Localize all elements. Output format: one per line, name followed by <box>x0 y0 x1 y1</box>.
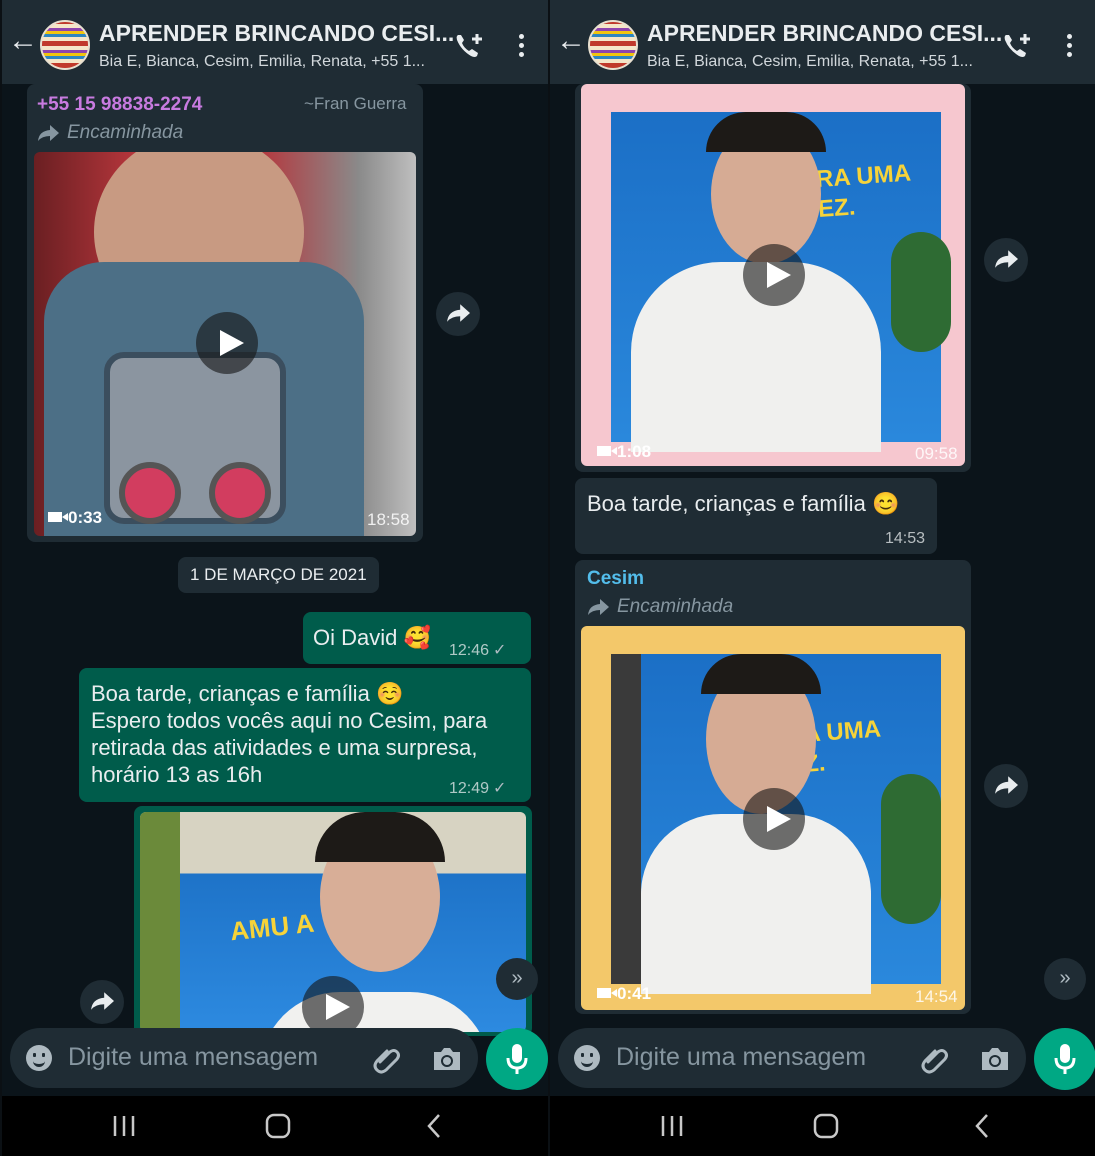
call-add-icon[interactable] <box>1002 32 1032 60</box>
more-vert-icon[interactable] <box>1067 34 1073 61</box>
group-title[interactable]: APRENDER BRINCANDO CESI... <box>99 20 454 47</box>
message-bubble-outgoing-video[interactable]: AMU A <box>134 806 532 1036</box>
emoji-icon[interactable] <box>26 1045 52 1071</box>
message-bubble-incoming[interactable]: Boa tarde, crianças e família 😊 14:53 <box>575 478 937 554</box>
android-nav-bar <box>550 1096 1095 1156</box>
message-time: 12:46 ✓ <box>449 642 507 659</box>
chat-screen-left: ← APRENDER BRINCANDO CESI... Bia E, Bian… <box>2 0 548 1156</box>
forward-icon <box>995 776 1018 794</box>
group-avatar[interactable] <box>588 20 638 70</box>
back-arrow-icon[interactable]: ← <box>8 26 38 56</box>
message-time: 18:58 <box>367 510 410 529</box>
video-thumbnail[interactable]: 0:33 18:58 <box>34 152 416 536</box>
group-avatar[interactable] <box>40 20 90 70</box>
camera-icon[interactable] <box>432 1046 462 1072</box>
video-thumbnail[interactable]: ERA UMA VEZ. 0:41 14:54 <box>581 626 965 1010</box>
chat-screen-right: ← APRENDER BRINCANDO CESI... Bia E, Bian… <box>550 0 1095 1156</box>
group-members[interactable]: Bia E, Bianca, Cesim, Emilia, Renata, +5… <box>99 53 425 71</box>
check-icon: ✓ <box>493 642 507 659</box>
nav-back-icon[interactable] <box>972 1108 992 1142</box>
date-separator: 1 DE MARÇO DE 2021 <box>178 557 379 593</box>
forward-icon <box>38 125 59 141</box>
group-members[interactable]: Bia E, Bianca, Cesim, Emilia, Renata, +5… <box>647 53 973 71</box>
message-text: Boa tarde, crianças e família ☺️ Espero … <box>91 681 488 787</box>
video-duration: 0:33 <box>48 508 102 528</box>
video-camera-icon <box>597 988 617 998</box>
camera-icon[interactable] <box>980 1046 1010 1072</box>
message-composer[interactable]: Digite uma mensagem <box>10 1028 478 1088</box>
play-icon[interactable] <box>196 312 258 374</box>
message-bubble-outgoing[interactable]: Oi David 🥰 12:46 ✓ <box>303 612 531 664</box>
emoji-smiling: ☺️ <box>375 681 404 706</box>
forward-icon <box>91 992 114 1010</box>
group-title[interactable]: APRENDER BRINCANDO CESI... <box>647 20 1002 47</box>
scroll-down-icon[interactable]: » <box>496 958 538 1000</box>
message-time: 09:58 <box>915 444 958 463</box>
sender-name[interactable]: Cesim <box>587 568 644 590</box>
message-input[interactable]: Digite uma mensagem <box>68 1043 318 1072</box>
back-arrow-icon[interactable]: ← <box>556 26 586 56</box>
nav-recents-icon[interactable] <box>112 1108 136 1142</box>
emoji-icon[interactable] <box>574 1045 600 1071</box>
more-vert-icon[interactable] <box>519 34 525 61</box>
call-add-icon[interactable] <box>454 32 484 60</box>
forward-button[interactable] <box>984 238 1028 282</box>
play-icon[interactable] <box>743 244 805 306</box>
message-bubble-outgoing[interactable]: Boa tarde, crianças e família ☺️ Espero … <box>79 668 531 802</box>
emoji-smiling: 😊 <box>871 491 900 516</box>
forward-icon <box>447 304 470 322</box>
video-thumbnail[interactable]: AMU A <box>140 812 526 1032</box>
play-icon[interactable] <box>743 788 805 850</box>
nav-home-icon[interactable] <box>812 1108 840 1142</box>
attach-icon[interactable] <box>372 1044 402 1074</box>
message-time: 14:54 <box>915 987 958 1006</box>
forward-icon <box>995 250 1018 268</box>
chat-header: ← APRENDER BRINCANDO CESI... Bia E, Bian… <box>550 0 1095 84</box>
scroll-down-icon[interactable]: » <box>1044 958 1086 1000</box>
play-icon[interactable] <box>302 976 364 1032</box>
video-duration: 0:41 <box>597 984 651 1004</box>
message-bubble-video[interactable]: ERA UMA VEZ. 1:08 09:58 <box>575 84 971 472</box>
sender-name: ~Fran Guerra <box>304 94 407 113</box>
message-bubble-forwarded-video[interactable]: Cesim Encaminhada ERA UMA VEZ. 0:41 14:5… <box>575 560 971 1014</box>
forwarded-label: Encaminhada <box>587 596 733 618</box>
forwarded-text: Encaminhada <box>617 596 734 617</box>
message-time: 14:53 <box>885 530 926 547</box>
nav-back-icon[interactable] <box>424 1108 444 1142</box>
android-nav-bar <box>2 1096 548 1156</box>
mic-icon <box>506 1044 528 1074</box>
forward-button[interactable] <box>436 292 480 336</box>
message-input[interactable]: Digite uma mensagem <box>616 1043 866 1072</box>
video-thumbnail[interactable]: ERA UMA VEZ. 1:08 09:58 <box>581 84 965 466</box>
message-bubble-forwarded-video[interactable]: +55 15 98838-2274 ~Fran Guerra Encaminha… <box>27 84 423 542</box>
attach-icon[interactable] <box>920 1044 950 1074</box>
forward-button[interactable] <box>984 764 1028 808</box>
forwarded-label: Encaminhada <box>37 122 183 144</box>
forward-button[interactable] <box>80 980 124 1024</box>
message-text: Oi David 🥰 <box>313 625 431 650</box>
sender-phone[interactable]: +55 15 98838-2274 <box>37 94 202 116</box>
mic-button[interactable] <box>486 1028 548 1090</box>
mic-icon <box>1054 1044 1076 1074</box>
message-text: Boa tarde, crianças e família 😊 <box>587 491 900 516</box>
check-icon: ✓ <box>493 780 507 797</box>
forward-icon <box>588 599 609 615</box>
video-camera-icon <box>597 446 617 456</box>
video-duration: 1:08 <box>597 442 651 462</box>
emoji-smiling-hearts: 🥰 <box>403 625 431 650</box>
mic-button[interactable] <box>1034 1028 1095 1090</box>
forwarded-text: Encaminhada <box>67 122 184 143</box>
nav-recents-icon[interactable] <box>660 1108 684 1142</box>
video-camera-icon <box>48 512 68 522</box>
banner-text: AMU A <box>228 907 316 947</box>
chat-header: ← APRENDER BRINCANDO CESI... Bia E, Bian… <box>2 0 548 84</box>
message-composer[interactable]: Digite uma mensagem <box>558 1028 1026 1088</box>
message-time: 12:49 ✓ <box>449 780 507 797</box>
nav-home-icon[interactable] <box>264 1108 292 1142</box>
